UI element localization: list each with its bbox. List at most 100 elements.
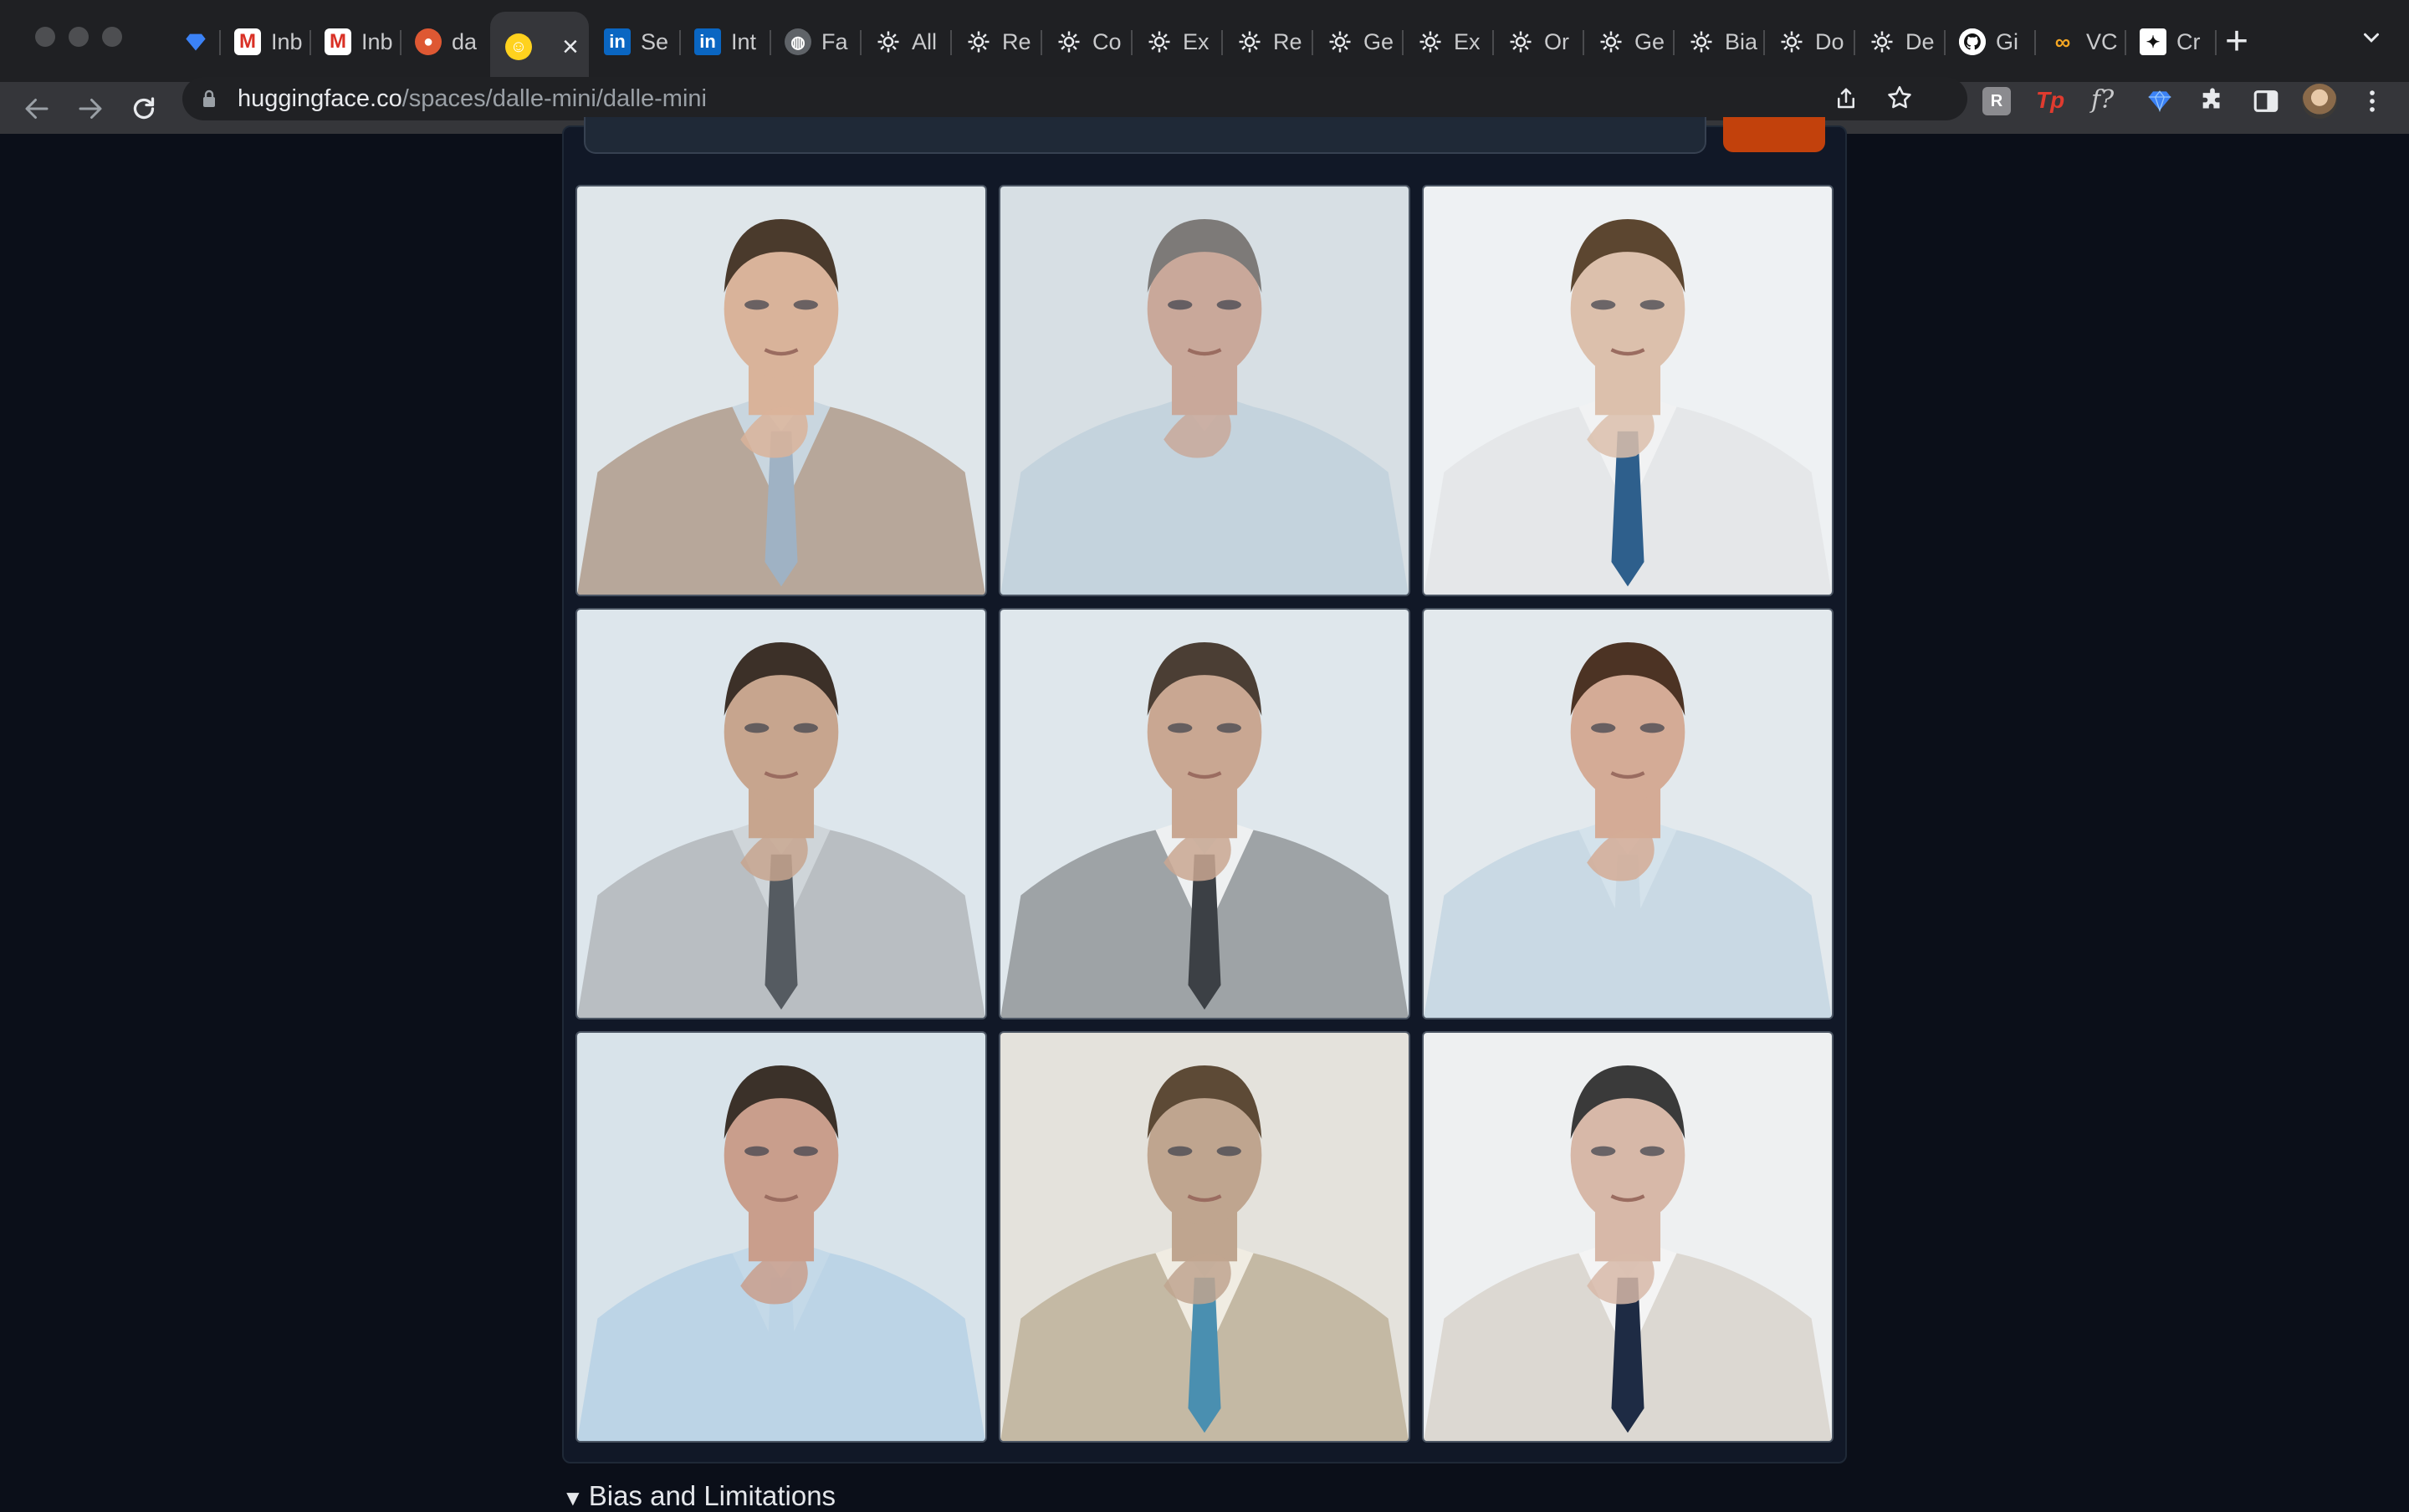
side-panel-icon[interactable] — [2252, 87, 2280, 120]
tab-label: Ex — [1183, 28, 1210, 54]
reload-icon[interactable] — [129, 94, 159, 124]
share-icon[interactable] — [1834, 85, 1859, 112]
extensions-puzzle-icon[interactable] — [2198, 87, 2227, 120]
browser-tab[interactable]: ☺ × — [490, 12, 589, 82]
tab-label: Ge — [1634, 28, 1665, 54]
result-image[interactable] — [999, 185, 1410, 596]
browser-tab[interactable] — [167, 18, 219, 65]
browser-tab[interactable]: Gi — [1944, 18, 2034, 65]
url-host: huggingface.co — [238, 85, 402, 112]
browser-tab[interactable]: in Int — [679, 18, 770, 65]
extension-tp-icon[interactable]: Tp — [2036, 87, 2064, 114]
duckduckgo-icon: ● — [415, 28, 442, 55]
new-tab-button[interactable]: + — [2225, 20, 2248, 64]
tab-label: Bia — [1725, 28, 1758, 54]
bias-limitations-toggle[interactable]: ▼ Bias and Limitations — [562, 1480, 836, 1512]
openai-icon — [875, 28, 902, 55]
browser-tab[interactable]: Co — [1041, 18, 1131, 65]
result-image[interactable] — [999, 608, 1410, 1019]
browser-tab[interactable]: ∞ VC — [2034, 18, 2125, 65]
tab-label: Do — [1815, 28, 1844, 54]
browser-tab[interactable]: ● da — [400, 18, 490, 65]
section-label: Bias and Limitations — [588, 1480, 836, 1511]
openai-icon — [1236, 28, 1263, 55]
tab-search-chevron-icon[interactable] — [2359, 25, 2384, 54]
bookmark-star-icon[interactable] — [1885, 84, 1914, 112]
url-path: /spaces/dalle-mini/dalle-mini — [402, 85, 707, 112]
browser-tab[interactable]: ✦ Cr — [2125, 18, 2215, 65]
run-button[interactable] — [1723, 117, 1825, 152]
tab-label: da — [452, 28, 478, 54]
browser-tab[interactable]: M Inb — [309, 18, 400, 65]
menu-kebab-icon[interactable] — [2364, 87, 2381, 120]
browser-tab[interactable]: in Se — [589, 18, 679, 65]
browser-tab[interactable]: All — [860, 18, 950, 65]
tab-label: Se — [641, 28, 669, 54]
openai-icon — [1688, 28, 1715, 55]
huggingface-icon: ☺ — [505, 33, 532, 60]
openai-icon — [1327, 28, 1353, 55]
browser-tab[interactable]: Ge — [1312, 18, 1402, 65]
browser-tab-strip: M Inb M Inb ● da ☺ × in Se in Int ◍ Fa All Re Co Ex Re Ge Ex… — [0, 0, 2409, 82]
tab-label: Fa — [821, 28, 848, 54]
forward-arrow-icon[interactable] — [75, 94, 105, 124]
browser-tab[interactable]: Re — [950, 18, 1041, 65]
tab-label: De — [1905, 28, 1935, 54]
url-text: huggingface.co/spaces/dalle-mini/dalle-m… — [238, 85, 707, 113]
linkedin-icon: in — [694, 28, 721, 55]
browser-tab[interactable]: Re — [1221, 18, 1312, 65]
tab-label: Gi — [1996, 28, 2018, 54]
result-image[interactable] — [1422, 185, 1834, 596]
result-image[interactable] — [575, 608, 987, 1019]
address-bar[interactable]: huggingface.co/spaces/dalle-mini/dalle-m… — [182, 77, 1967, 120]
tab-label: Re — [1002, 28, 1031, 54]
openai-icon — [1417, 28, 1444, 55]
tab-label: Int — [731, 28, 757, 54]
tab-label: Re — [1273, 28, 1302, 54]
profile-avatar[interactable] — [2302, 84, 2337, 119]
openai-icon — [1598, 28, 1624, 55]
window-zoom-dot[interactable] — [102, 27, 122, 47]
result-image[interactable] — [575, 1031, 987, 1443]
window-minimize-dot[interactable] — [69, 27, 89, 47]
window-close-dot[interactable] — [35, 27, 55, 47]
result-image[interactable] — [1422, 1031, 1834, 1443]
tab-close-icon[interactable]: × — [562, 31, 579, 64]
extension-fx-icon[interactable]: f? — [2091, 85, 2114, 115]
openai-icon — [965, 28, 992, 55]
tab-label: All — [912, 28, 938, 54]
openai-icon — [1146, 28, 1173, 55]
back-arrow-icon[interactable] — [22, 94, 52, 124]
extension-r-icon[interactable]: R — [1982, 87, 2011, 115]
globe-icon: ◍ — [785, 28, 811, 55]
browser-tab[interactable]: Ex — [1402, 18, 1492, 65]
caret-down-icon: ▼ — [562, 1485, 584, 1510]
tab-label: Co — [1092, 28, 1122, 54]
tab-label: Inb — [271, 28, 303, 54]
browser-tab[interactable]: Do — [1763, 18, 1854, 65]
prompt-input[interactable] — [584, 117, 1706, 154]
tab-separator — [2215, 30, 2217, 55]
tab-label: Or — [1544, 28, 1569, 54]
gem-icon — [182, 28, 209, 55]
cr-icon: ✦ — [2140, 28, 2166, 55]
result-image[interactable] — [575, 185, 987, 596]
browser-tab[interactable]: De — [1854, 18, 1944, 65]
extension-gem-icon[interactable] — [2146, 87, 2173, 118]
browser-tab[interactable]: M Inb — [219, 18, 309, 65]
github-icon — [1959, 28, 1986, 55]
browser-tab[interactable]: Bia — [1673, 18, 1763, 65]
result-image[interactable] — [1422, 608, 1834, 1019]
gmail-icon: M — [234, 28, 261, 55]
result-image[interactable] — [999, 1031, 1410, 1443]
browser-tab[interactable]: Ge — [1583, 18, 1673, 65]
browser-tab[interactable]: Ex — [1131, 18, 1221, 65]
tab-label: Cr — [2176, 28, 2201, 54]
tab-label: Inb — [361, 28, 393, 54]
browser-tab[interactable]: ◍ Fa — [770, 18, 860, 65]
page-content: ▼ Bias and Limitations — [0, 117, 2409, 1511]
openai-icon — [1056, 28, 1082, 55]
browser-tab[interactable]: Or — [1492, 18, 1583, 65]
vc-icon: ∞ — [2054, 28, 2071, 54]
lock-icon — [203, 89, 215, 107]
